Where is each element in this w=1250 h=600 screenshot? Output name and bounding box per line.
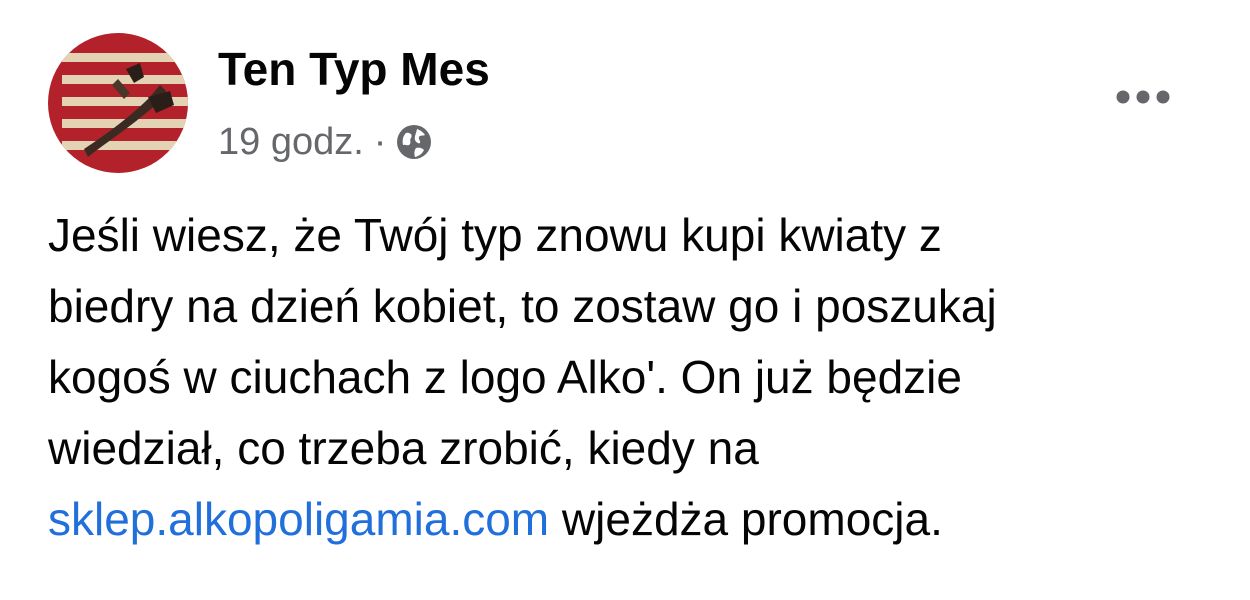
- meta-separator: ·: [373, 120, 387, 163]
- post-timestamp[interactable]: 19 godz.: [218, 121, 364, 164]
- author-avatar[interactable]: [48, 33, 188, 173]
- facebook-post: Ten Typ Mes 19 godz. · Jeśli wiesz, że T…: [0, 0, 1250, 600]
- post-options-button[interactable]: [1100, 66, 1186, 128]
- post-text-line: biedry na dzień kobiet, to zostaw go i p…: [48, 280, 997, 332]
- avatar-image: [48, 33, 188, 173]
- post-text-last-line: sklep.alkopoligamia.com wjeżdża promocja…: [48, 484, 1198, 555]
- post-meta: 19 godz. ·: [218, 114, 432, 170]
- shop-link[interactable]: sklep.alkopoligamia.com: [48, 493, 549, 545]
- post-text-line: kogoś w ciuchach z logo Alko'. On już bę…: [48, 351, 962, 403]
- post-body: Jeśli wiesz, że Twój typ znowu kupi kwia…: [48, 200, 1198, 555]
- post-text-line: wiedział, co trzeba zrobić, kiedy na: [48, 422, 759, 474]
- post-text-tail: wjeżdża promocja.: [549, 493, 943, 545]
- post-text-line: Jeśli wiesz, że Twój typ znowu kupi kwia…: [48, 209, 942, 261]
- post-author-name[interactable]: Ten Typ Mes: [218, 38, 490, 100]
- more-dots-icon: [1116, 90, 1170, 104]
- globe-icon[interactable]: [396, 124, 432, 160]
